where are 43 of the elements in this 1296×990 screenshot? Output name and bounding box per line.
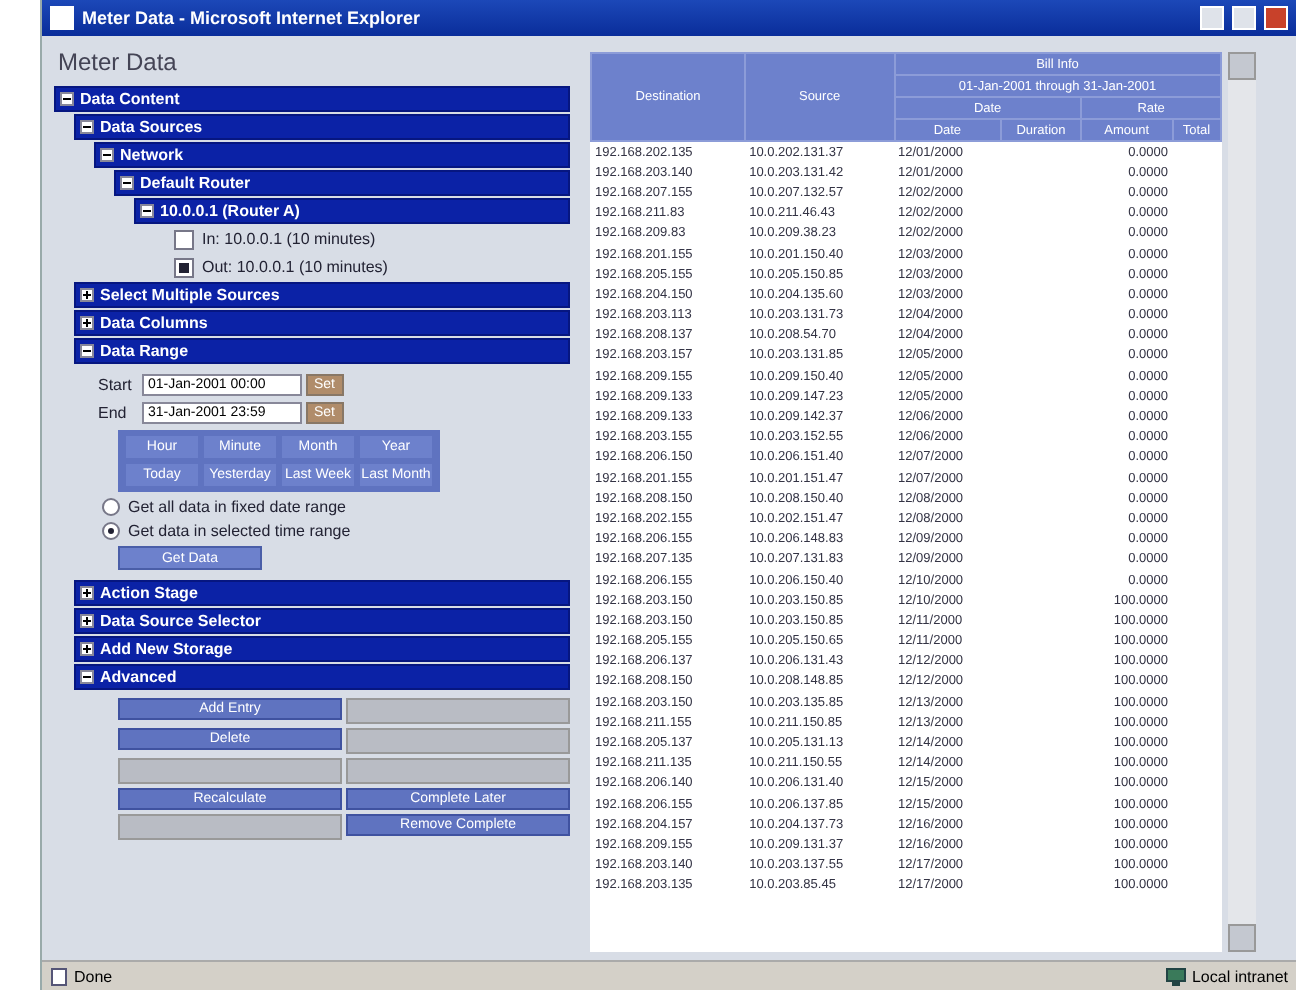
app-icon xyxy=(50,6,74,30)
status-text: Done xyxy=(74,967,113,985)
leaf-label: Out: 10.0.0.1 (10 minutes) xyxy=(202,258,388,276)
tree-node[interactable]: Data Content xyxy=(54,86,570,112)
collapse-icon[interactable] xyxy=(60,92,74,106)
collapse-icon[interactable] xyxy=(120,176,134,190)
tree-node[interactable]: Default Router xyxy=(114,170,570,196)
tree-node[interactable]: Data Range xyxy=(74,338,570,364)
window-title: Meter Data - Microsoft Internet Explorer xyxy=(82,8,421,28)
tree-node[interactable]: Advanced xyxy=(74,664,570,690)
checkbox[interactable] xyxy=(174,257,194,277)
radio-button[interactable] xyxy=(102,498,120,516)
option-label: Get all data in fixed date range xyxy=(128,498,346,516)
expand-icon[interactable] xyxy=(80,642,94,656)
scrollbar[interactable] xyxy=(1228,52,1256,952)
option-label: Get data in selected time range xyxy=(128,522,351,540)
radio-button[interactable] xyxy=(102,522,120,540)
leaf-label: In: 10.0.0.1 (10 minutes) xyxy=(202,230,376,248)
intranet-icon xyxy=(1165,967,1186,985)
collapse-icon[interactable] xyxy=(80,670,94,684)
tree-node[interactable]: 10.0.0.1 (Router A) xyxy=(134,198,570,224)
tree-node[interactable]: Action Stage xyxy=(74,580,570,606)
page-icon xyxy=(50,967,68,985)
tree-node[interactable]: Data Columns xyxy=(74,310,570,336)
checkbox[interactable] xyxy=(174,229,194,249)
collapse-icon[interactable] xyxy=(100,148,114,162)
tree-node[interactable]: Network xyxy=(94,142,570,168)
expand-icon[interactable] xyxy=(80,586,94,600)
tree-node[interactable]: Data Sources xyxy=(74,114,570,140)
page-title: Meter Data xyxy=(58,48,179,76)
collapse-icon[interactable] xyxy=(80,344,94,358)
end-label: End xyxy=(98,404,129,422)
tree-node[interactable]: Data Source Selector xyxy=(74,608,570,634)
tree-node[interactable]: Select Multiple Sources xyxy=(74,282,570,308)
expand-icon[interactable] xyxy=(80,614,94,628)
start-label: Start xyxy=(98,376,134,394)
collapse-icon[interactable] xyxy=(80,120,94,134)
expand-icon[interactable] xyxy=(80,316,94,330)
tree-node[interactable]: Add New Storage xyxy=(74,636,570,662)
collapse-icon[interactable] xyxy=(140,204,154,218)
expand-icon[interactable] xyxy=(80,288,94,302)
zone-text: Local intranet xyxy=(1191,967,1288,985)
close-button[interactable] xyxy=(1264,6,1288,30)
